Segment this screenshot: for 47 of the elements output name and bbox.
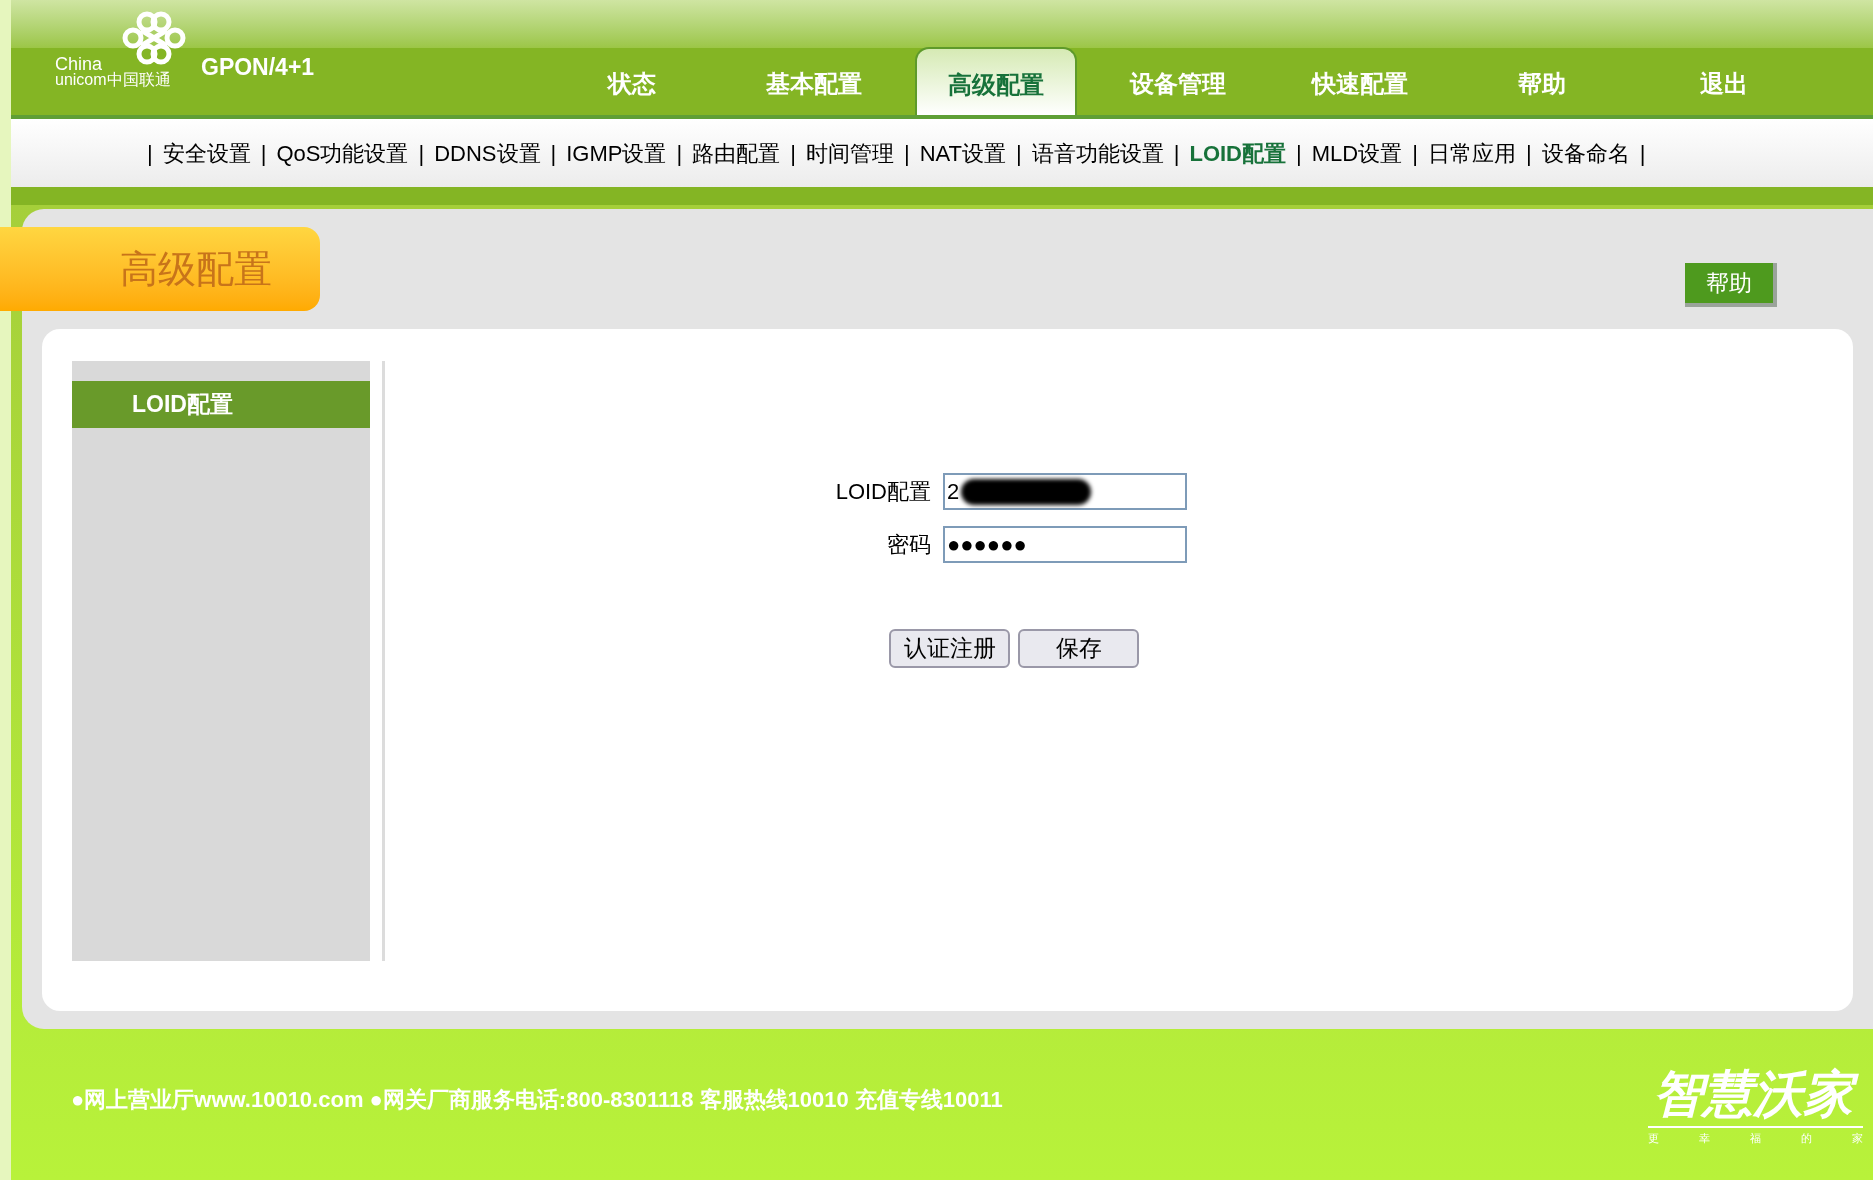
sub-nav-link[interactable]: LOID配置 <box>1189 136 1286 170</box>
sub-nav-link[interactable]: IGMP设置 <box>566 136 667 170</box>
separator-text: | <box>418 139 425 168</box>
separator-text: | <box>260 139 267 168</box>
separator-text: | <box>903 139 910 168</box>
model-label: GPON/4+1 <box>201 53 315 82</box>
slogan-text: 家 <box>1852 1131 1863 1147</box>
separator-text: | <box>676 139 683 168</box>
brand-logo-text: 智慧沃家 <box>1652 1062 1859 1127</box>
knot-logo-icon <box>121 10 187 66</box>
sub-nav-link[interactable]: QoS功能设置 <box>276 136 409 170</box>
separator-text: | <box>1525 139 1532 168</box>
sub-nav-link[interactable]: 设备命名 <box>1541 136 1630 170</box>
form-button[interactable]: 保存 <box>1018 629 1139 668</box>
slogan-text: 更 <box>1648 1131 1659 1147</box>
separator-text: | <box>790 139 796 168</box>
input-field[interactable]: ●●●●●● <box>943 526 1187 563</box>
sub-nav-link[interactable]: MLD设置 <box>1311 136 1403 170</box>
sub-nav-link[interactable]: 安全设置 <box>162 136 251 170</box>
sub-nav-link[interactable]: 语音功能设置 <box>1031 136 1164 170</box>
page-title: 高级配置 <box>120 246 272 292</box>
slogan-text: 的 <box>1801 1131 1812 1147</box>
separator-text: | <box>1016 139 1022 168</box>
sub-nav-link[interactable]: 路由配置 <box>692 136 781 170</box>
separator-text: | <box>550 139 557 168</box>
help-button[interactable]: 帮助 <box>1685 263 1777 307</box>
field-label: 密码 <box>886 531 931 559</box>
separator-text: | <box>1296 139 1302 168</box>
logo-text: China <box>55 56 103 72</box>
sub-nav-link[interactable]: 日常应用 <box>1427 136 1516 170</box>
slogan-text: 幸 <box>1699 1131 1710 1147</box>
form-button[interactable]: 认证注册 <box>889 629 1010 668</box>
field-label: LOID配置 <box>834 478 931 506</box>
logo-text: unicom中国联通 <box>55 72 171 88</box>
footer-text: ●网上营业厅www.10010.com ●网关厂商服务电话:800-8301118 客服热线10010 充值专线10011 <box>71 1086 1003 1114</box>
separator-text: | <box>1639 139 1646 168</box>
input-field[interactable]: 2 <box>943 473 1187 510</box>
sub-nav-link[interactable]: 时间管理 <box>805 136 894 170</box>
separator-text: | <box>1412 139 1418 168</box>
sub-nav-link[interactable]: DDNS设置 <box>434 136 541 170</box>
slogan-text: 福 <box>1750 1131 1761 1147</box>
separator-text: | <box>147 139 153 168</box>
separator-text: | <box>1173 139 1180 168</box>
field-value: ●●●●●● <box>947 531 1027 559</box>
nav-tab[interactable]: 高级配置 <box>915 47 1077 115</box>
sub-nav-link[interactable]: NAT设置 <box>919 136 1006 170</box>
field-value: 2 <box>947 478 960 506</box>
